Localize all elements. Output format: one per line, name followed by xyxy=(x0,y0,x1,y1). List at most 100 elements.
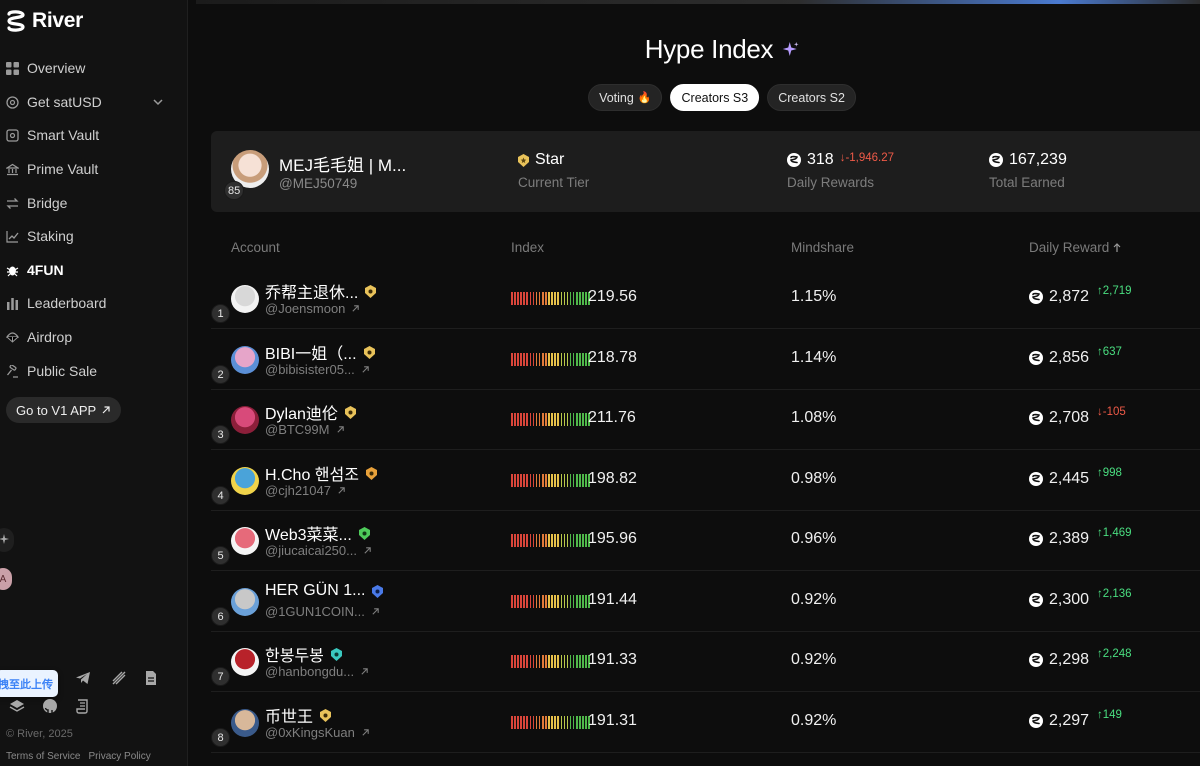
tier-shield-icon xyxy=(365,466,377,480)
sidebar-item-airdrop[interactable]: Airdrop xyxy=(0,322,188,352)
row-handle-link[interactable]: @cjh21047 xyxy=(265,483,346,498)
index-bar-segment xyxy=(585,292,587,305)
sidebar-item-4fun[interactable]: 4FUN xyxy=(0,255,188,285)
row-handle-link[interactable]: @BTC99M xyxy=(265,422,345,437)
github-icon[interactable] xyxy=(41,697,59,715)
row-daily-reward: 2,389 xyxy=(1029,530,1089,548)
scroll-icon[interactable] xyxy=(74,697,92,715)
index-bar-segment xyxy=(551,534,553,547)
index-bar-segment xyxy=(585,474,587,487)
row-handle-link[interactable]: @1GUN1COIN... xyxy=(265,604,380,619)
sidebar-item-bridge[interactable]: Bridge xyxy=(0,188,188,218)
index-bar-segment xyxy=(551,292,553,305)
daily-rewards-value: 318 ↓-1,946.27 xyxy=(787,151,894,169)
floating-avatar[interactable]: A xyxy=(0,568,12,590)
table-row[interactable]: 2 BIBI一姐（... @bibisister05... 218.78 1.1… xyxy=(211,330,1200,390)
index-bar-segment xyxy=(529,595,532,608)
top-glow-bar xyxy=(196,0,1200,4)
row-handle-link[interactable]: @0xKingsKuan xyxy=(265,725,370,740)
index-bar-segment xyxy=(532,292,535,305)
row-name-text: Dylan迪伦 xyxy=(265,406,338,423)
row-handle-link[interactable]: @Joensmoon xyxy=(265,301,360,316)
river-coin-icon xyxy=(1029,472,1043,486)
index-bar-segment xyxy=(511,292,513,305)
index-bar-segment xyxy=(557,716,559,729)
row-reward-amount: 2,445 xyxy=(1049,470,1090,487)
row-display-name: 乔帮主退休... xyxy=(265,279,377,303)
column-header-daily-reward[interactable]: Daily Reward xyxy=(1029,240,1121,255)
arrow-up-right-icon xyxy=(362,366,369,373)
row-reward-delta: ↑998 xyxy=(1097,467,1122,479)
row-daily-reward: 2,708 xyxy=(1029,409,1089,427)
table-row[interactable]: 4 H.Cho 핸섬조 @cjh21047 198.82 0.98% 2,445… xyxy=(211,451,1200,511)
index-bar-segment xyxy=(517,716,519,729)
index-bar-segment xyxy=(585,413,587,426)
index-bar-segment xyxy=(551,353,553,366)
my-display-name: MEJ毛毛姐 | M... xyxy=(279,156,407,175)
sort-icon[interactable] xyxy=(1113,242,1121,253)
sidebar-item-label: Staking xyxy=(27,228,74,244)
table-row[interactable]: 7 한봉두봉 @hanbongdu... 191.33 0.92% 2,298 … xyxy=(211,632,1200,692)
row-daily-reward: 2,872 xyxy=(1029,288,1089,306)
index-bar-segment xyxy=(523,413,525,426)
column-header-mindshare: Mindshare xyxy=(791,240,855,255)
index-bar-segment xyxy=(582,353,584,366)
index-bar-segment xyxy=(526,716,529,729)
sidebar-item-label: Public Sale xyxy=(27,363,98,379)
row-handle-link[interactable]: @jiucaicai250... xyxy=(265,543,372,558)
sidebar-item-prime-vault[interactable]: Prime Vault xyxy=(0,154,188,184)
index-bar-segment xyxy=(579,595,581,608)
row-mindshare-value: 0.92% xyxy=(791,712,837,729)
tab-label: Voting xyxy=(599,90,634,105)
index-bar-segment xyxy=(579,292,581,305)
row-handle-text: @cjh21047 xyxy=(265,483,331,498)
index-bar-segment xyxy=(566,534,569,547)
table-row[interactable]: 8 币世王 @0xKingsKuan 191.31 0.92% 2,297 ↑1… xyxy=(211,693,1200,753)
index-bar-segment xyxy=(563,655,566,668)
vault-icon xyxy=(6,128,19,142)
main-content: Hype Index Voting 🔥 Creators S3 Creators… xyxy=(188,0,1200,766)
tab-creators-s2[interactable]: Creators S2 xyxy=(767,84,856,111)
index-bar-segment xyxy=(548,534,550,547)
sidebar-item-leaderboard[interactable]: Leaderboard xyxy=(0,288,188,318)
sidebar: River Overview Get satUSD Smart Vault Pr… xyxy=(0,0,188,766)
table-row[interactable]: 5 Web3菜菜... @jiucaicai250... 195.96 0.96… xyxy=(211,511,1200,571)
tab-creators-s3[interactable]: Creators S3 xyxy=(670,84,760,111)
row-avatar xyxy=(231,648,259,676)
chevron-down-icon[interactable] xyxy=(152,96,164,108)
bars-icon xyxy=(6,297,19,310)
row-handle-link[interactable]: @hanbongdu... xyxy=(265,664,369,679)
sidebar-item-public-sale[interactable]: Public Sale xyxy=(0,356,188,386)
row-mindshare-value: 1.14% xyxy=(791,349,837,366)
index-bar-segment xyxy=(554,655,556,668)
row-rank-badge: 4 xyxy=(211,486,230,505)
sidebar-item-overview[interactable]: Overview xyxy=(0,53,188,83)
bug-icon xyxy=(6,264,19,277)
floating-tool-button[interactable] xyxy=(0,528,14,552)
terms-link[interactable]: Terms of Service xyxy=(6,751,80,762)
table-row[interactable]: 1 乔帮主退休... @Joensmoon 219.56 1.15% 2,872… xyxy=(211,269,1200,329)
x-logo-icon[interactable] xyxy=(110,669,128,687)
index-bar-segment xyxy=(523,474,525,487)
row-rank-badge: 5 xyxy=(211,546,230,565)
sidebar-item-smart-vault[interactable]: Smart Vault xyxy=(0,120,188,150)
row-handle-text: @1GUN1COIN... xyxy=(265,604,365,619)
sidebar-item-get-satusd[interactable]: Get satUSD xyxy=(0,87,188,117)
table-row[interactable]: 6 HER GÜN 1... @1GUN1COIN... 191.44 0.92… xyxy=(211,572,1200,632)
index-bar-segment xyxy=(572,474,575,487)
index-bar-segment xyxy=(541,716,544,729)
table-row[interactable]: 3 Dylan迪伦 @BTC99M 211.76 1.08% 2,708 ↓-1… xyxy=(211,390,1200,450)
sparkle-icon xyxy=(782,41,799,56)
current-tier-label: Current Tier xyxy=(518,175,590,190)
index-bar-segment xyxy=(554,716,556,729)
tab-voting[interactable]: Voting 🔥 xyxy=(588,84,663,111)
sidebar-item-staking[interactable]: Staking xyxy=(0,221,188,251)
telegram-icon[interactable] xyxy=(74,669,92,687)
layers-icon[interactable] xyxy=(8,697,26,715)
row-handle-link[interactable]: @bibisister05... xyxy=(265,362,370,377)
row-display-name: 币世王 xyxy=(265,703,332,727)
brand[interactable]: River xyxy=(6,9,83,33)
document-icon[interactable] xyxy=(142,669,160,687)
go-to-v1-button[interactable]: Go to V1 APP xyxy=(6,397,122,423)
privacy-link[interactable]: Privacy Policy xyxy=(88,751,150,762)
